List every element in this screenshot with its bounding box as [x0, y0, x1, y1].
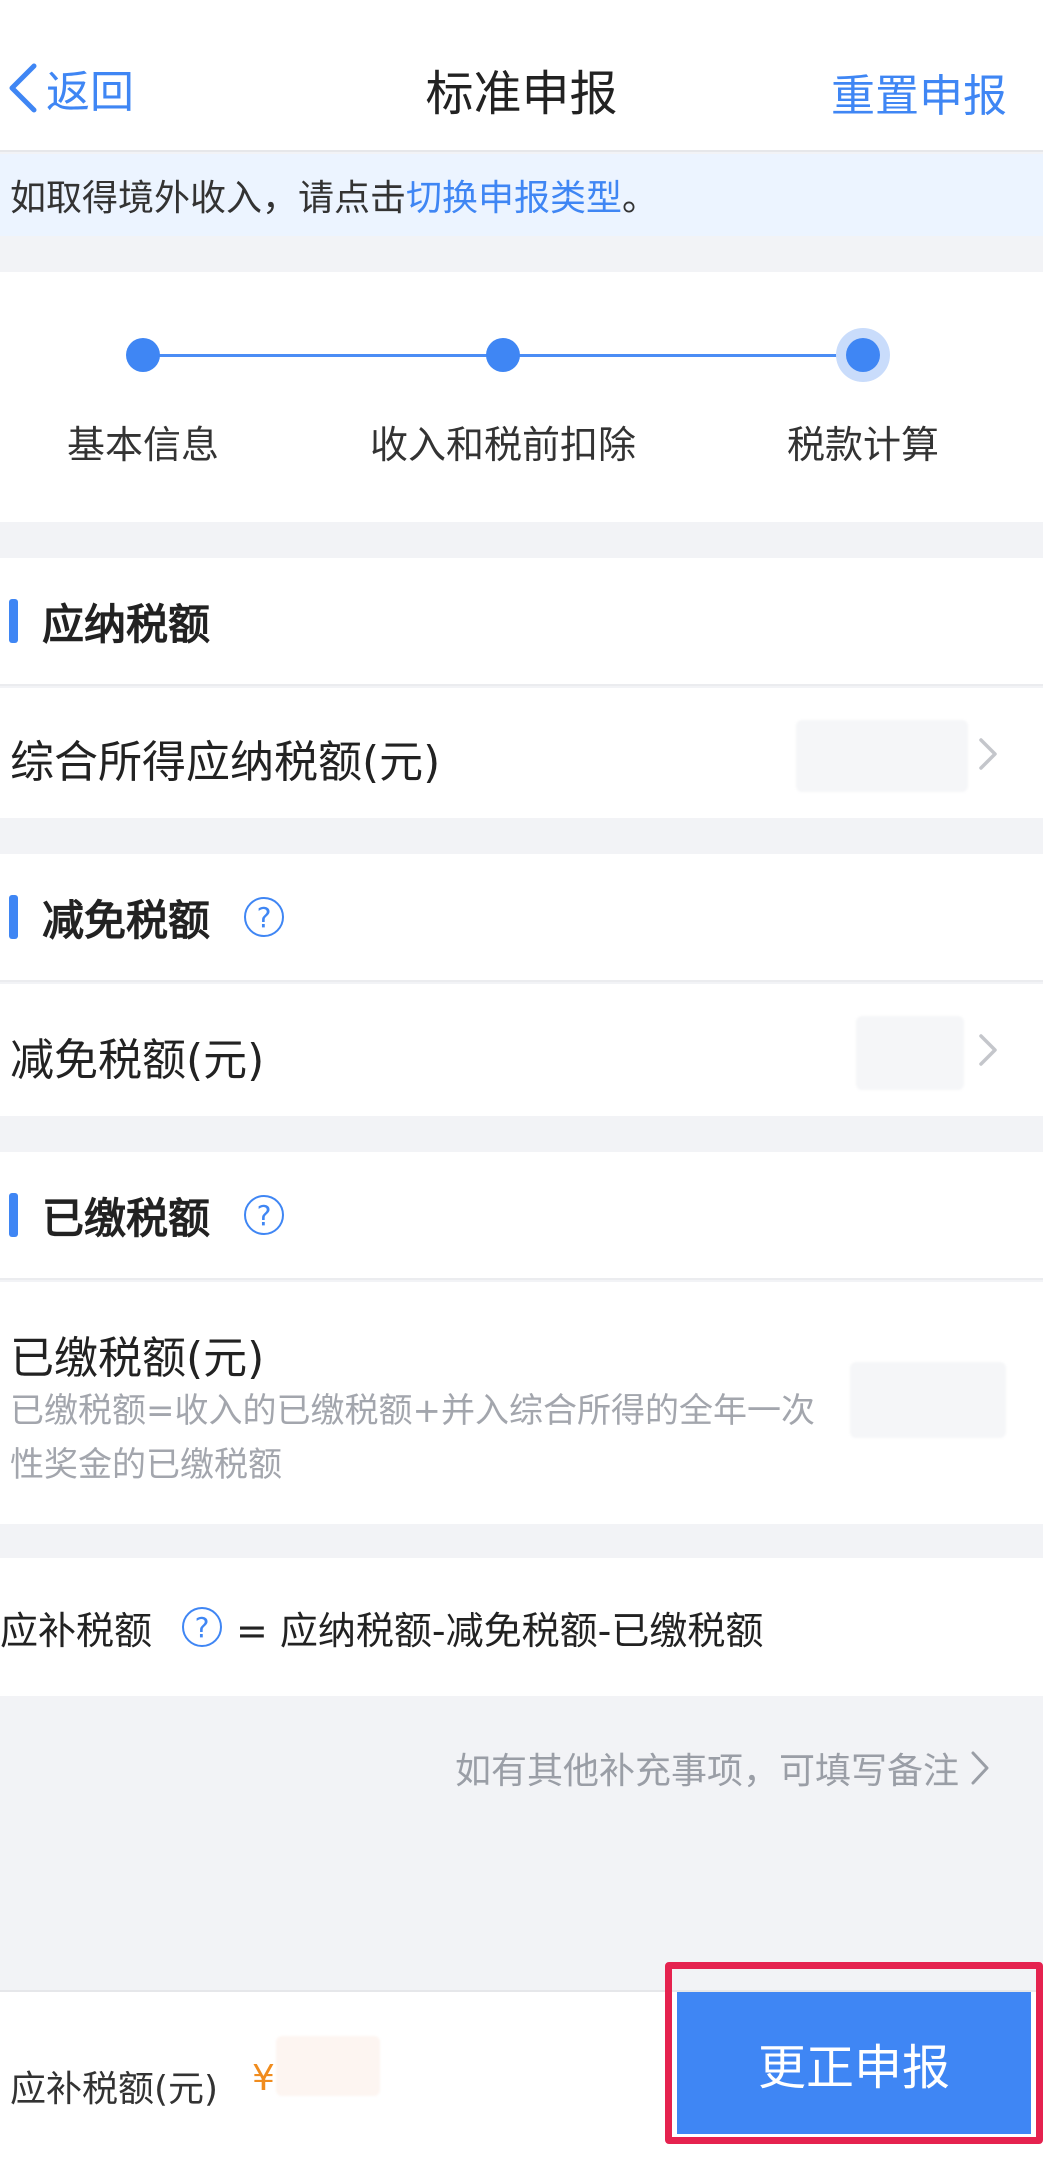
- step-connector: [503, 354, 863, 357]
- remark-link[interactable]: 如有其他补充事项，可填写备注: [455, 1742, 991, 1794]
- row-desc-paid-tax: 已缴税额=收入的已缴税额+并入综合所得的全年一次性奖金的已缴税额: [10, 1391, 815, 1485]
- chevron-right-icon: [971, 1751, 989, 1785]
- row-paid-tax: 已缴税额(元) 已缴税额=收入的已缴税额+并入综合所得的全年一次性奖金的已缴税额: [0, 1282, 1043, 1524]
- reset-declaration-button[interactable]: 重置申报: [831, 60, 1007, 124]
- notice-text: 如取得境外收入，请点击: [10, 178, 407, 219]
- row-payable-tax[interactable]: 综合所得应纳税额(元): [0, 688, 1043, 818]
- hidden-value: [276, 2036, 380, 2096]
- hidden-value: [850, 1362, 1006, 1438]
- tax-formula: 应补税额 ? = 应纳税额-减免税额-已缴税额: [0, 1558, 1043, 1696]
- section-header-payable: 应纳税额: [0, 558, 1043, 686]
- remark-text: 如有其他补充事项，可填写备注: [454, 1751, 959, 1792]
- currency-symbol: ¥: [252, 2058, 275, 2099]
- section-header-reduction: 减免税额 ?: [0, 854, 1043, 982]
- section-title-paid: 已缴税额: [42, 1193, 211, 1243]
- nav-bar: 返回 标准申报 重置申报: [0, 0, 1043, 152]
- section-header-paid: 已缴税额 ?: [0, 1152, 1043, 1280]
- row-label-reduction-tax: 减免税额(元): [10, 1035, 265, 1086]
- section-accent-bar: [9, 895, 18, 939]
- help-icon[interactable]: ?: [182, 1607, 223, 1647]
- row-reduction-tax[interactable]: 减免税额(元): [0, 984, 1043, 1116]
- step-label-basic-info: 基本信息: [66, 423, 220, 467]
- section-accent-bar: [9, 599, 18, 643]
- step-dot-income: [486, 338, 520, 372]
- step-dot-tax-calc: [846, 338, 880, 372]
- notice-text-end: 。: [622, 178, 659, 219]
- hidden-value: [856, 1016, 964, 1090]
- chevron-right-icon: [979, 1034, 997, 1066]
- section-title-reduction: 减免税额: [42, 895, 211, 945]
- help-icon[interactable]: ?: [244, 1195, 285, 1235]
- chevron-right-icon: [979, 738, 997, 770]
- hidden-value: [796, 720, 968, 792]
- switch-type-link[interactable]: 切换申报类型: [406, 169, 622, 221]
- section-accent-bar: [9, 1193, 18, 1237]
- section-title-payable: 应纳税额: [42, 599, 211, 649]
- tax-due-label: 应补税额(元): [10, 2069, 219, 2110]
- progress-steps: 基本信息 收入和税前扣除 税款计算: [0, 272, 1043, 522]
- row-label-paid-tax: 已缴税额(元): [10, 1333, 265, 1384]
- help-icon[interactable]: ?: [244, 897, 285, 937]
- step-label-tax-calc: 税款计算: [786, 423, 940, 467]
- step-connector: [143, 354, 503, 357]
- notice-banner: 如取得境外收入，请点击 切换申报类型。: [0, 154, 1043, 236]
- step-dot-basic-info: [126, 338, 160, 372]
- formula-expression: = 应纳税额-减免税额-已缴税额: [236, 1608, 764, 1653]
- row-label-payable-tax: 综合所得应纳税额(元): [10, 737, 441, 788]
- correct-declaration-button[interactable]: 更正申报: [677, 1992, 1031, 2134]
- formula-label: 应补税额: [0, 1608, 153, 1653]
- step-label-income: 收入和税前扣除: [369, 423, 637, 467]
